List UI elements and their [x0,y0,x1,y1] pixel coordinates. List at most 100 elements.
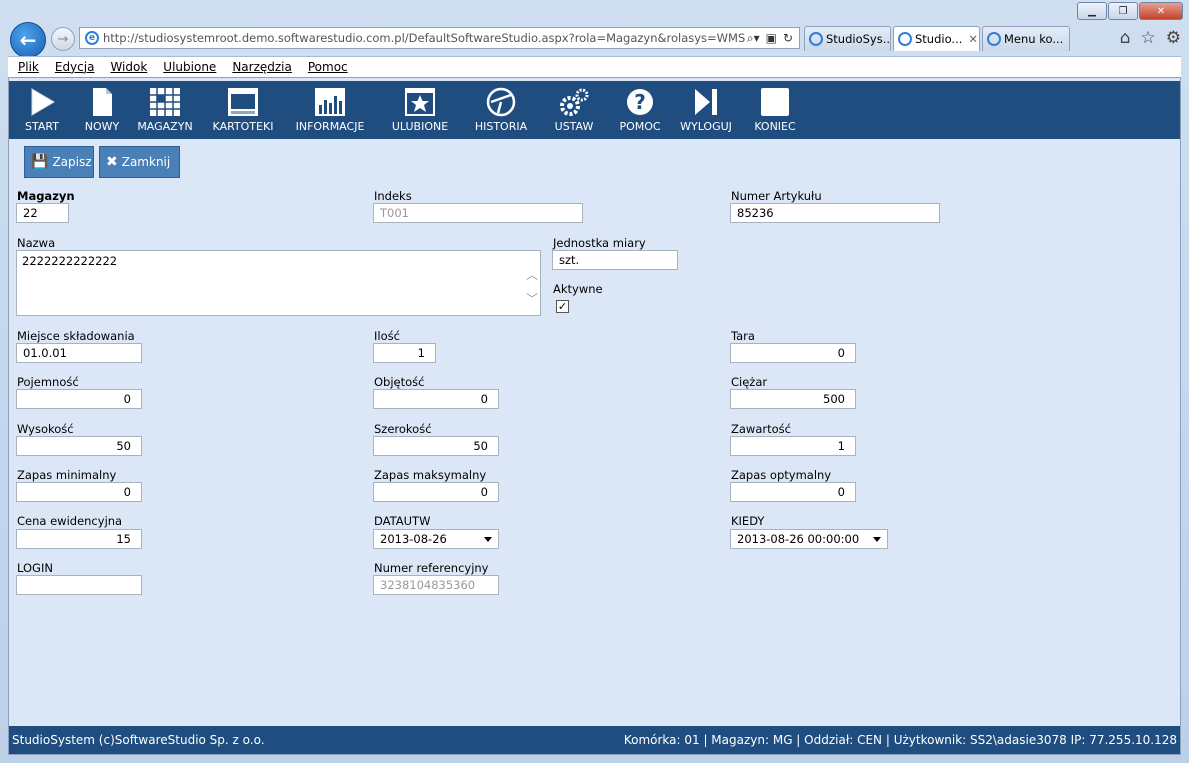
nazwa-label: Nazwa [17,236,56,250]
toolbar-ustaw[interactable]: USTAW [537,81,611,139]
szerokosc-input[interactable]: 50 [373,436,499,456]
tab-studiosys[interactable]: StudioSys... [804,26,891,51]
aktywne-checkbox[interactable]: ✓ [556,300,569,313]
close-button[interactable]: ✖ Zamknij [99,146,180,178]
kiedy-select[interactable]: 2013-08-26 00:00:00 [730,529,888,549]
ilosc-input[interactable]: 1 [373,343,436,363]
numer-ref-input: 3238104835360 [373,575,499,595]
cena-input[interactable]: 15 [16,529,142,549]
star-icon [405,88,435,116]
tab-menu[interactable]: Menu ko... [982,26,1070,51]
indeks-label: Indeks [374,189,412,203]
ie-page-icon: e [85,31,99,45]
status-session-info: Komórka: 01 | Magazyn: MG | Oddział: CEN… [623,733,1177,747]
forward-button[interactable]: → [51,27,75,51]
numer-artykulu-input[interactable]: 85236 [730,203,940,223]
nazwa-textarea[interactable]: 2222222222222 ︿ ﹀ [16,250,541,316]
numer-ref-label: Numer referencyjny [374,561,489,575]
numer-artykulu-label: Numer Artykułu [731,189,822,203]
menu-ulubione[interactable]: Ulubione [163,60,216,74]
toolbar-wyloguj[interactable]: WYLOGUJ [669,81,743,139]
jednostka-input[interactable]: szt. [552,250,678,270]
toolbar-ulubione[interactable]: ULUBIONE [375,81,465,139]
browser-window: ▁ ❐ ✕ ← → e http://studiosystemroot.demo… [0,0,1189,763]
stop-icon [761,88,789,116]
textarea-scroll-arrows[interactable]: ︿ ﹀ [526,263,538,311]
login-label: LOGIN [17,561,53,575]
menu-plik[interactable]: Plik [18,60,39,74]
objetosc-input[interactable]: 0 [373,389,499,409]
ie-tab-icon [809,32,823,46]
back-arrow-icon: ← [19,28,37,52]
back-button[interactable]: ← [10,22,46,58]
toolbar-kartoteki[interactable]: KARTOTEKI [201,81,285,139]
chart-icon [315,88,345,116]
szerokosc-label: Szerokość [374,422,432,436]
datautw-select[interactable]: 2013-08-26 [373,529,499,549]
help-icon: ? [627,89,653,115]
new-document-icon [93,88,112,116]
toolbar-pomoc[interactable]: ? POMOC [611,81,669,139]
window-controls: ▁ ❐ ✕ [1076,2,1183,20]
action-bar: 💾 Zapisz ✖ Zamknij [24,146,180,178]
address-tools: ⌕▾ ▣ ↻ [747,31,799,46]
zapas-max-input[interactable]: 0 [373,482,499,502]
floppy-disk-icon: 💾 [31,154,49,170]
objetosc-label: Objętość [374,375,425,389]
tab-studio-active[interactable]: Studio... ✕ [893,26,980,51]
zapas-max-label: Zapas maksymalny [374,468,487,482]
zawartosc-label: Zawartość [731,422,791,436]
compatibility-icon[interactable]: ▣ [766,31,777,46]
zapas-min-input[interactable]: 0 [16,482,142,502]
search-icon[interactable]: ⌕▾ [747,31,760,46]
ciezar-input[interactable]: 500 [730,389,856,409]
status-bar: StudioSystem (c)SoftwareStudio Sp. z o.o… [9,726,1180,754]
forward-arrow-icon: → [57,31,69,47]
aktywne-label: Aktywne [553,282,603,296]
toolbar-historia[interactable]: HISTORIA [465,81,537,139]
ilosc-label: Ilość [374,329,400,343]
maximize-button[interactable]: ❐ [1108,2,1138,20]
indeks-input: T001 [373,203,583,223]
menu-narzedzia[interactable]: Narzędzia [232,60,292,74]
page-content: START NOWY MAGAZYN KARTOTEKI INFORMACJE … [8,77,1181,755]
app-toolbar: START NOWY MAGAZYN KARTOTEKI INFORMACJE … [9,81,1180,139]
toolbar-koniec[interactable]: KONIEC [743,81,807,139]
login-input[interactable] [16,575,142,595]
menu-widok[interactable]: Widok [110,60,147,74]
zapas-min-label: Zapas minimalny [17,468,117,482]
favorites-star-icon[interactable]: ☆ [1141,28,1156,48]
zapas-opt-input[interactable]: 0 [730,482,856,502]
refresh-icon[interactable]: ↻ [783,31,793,46]
minimize-button[interactable]: ▁ [1077,2,1107,20]
kiedy-label: KIEDY [731,514,765,528]
toolbar-start[interactable]: START [9,81,75,139]
miejsce-input[interactable]: 01.0.01 [16,343,142,363]
toolbar-nowy[interactable]: NOWY [75,81,129,139]
zawartosc-input[interactable]: 1 [730,436,856,456]
toolbar-magazyn[interactable]: MAGAZYN [129,81,201,139]
ie-tab-icon [987,32,1001,46]
cena-label: Cena ewidencyjna [17,514,123,528]
settings-gear-icon[interactable]: ⚙ [1166,28,1181,48]
ie-tab-icon [898,32,912,46]
datautw-label: DATAUTW [374,514,431,528]
save-button[interactable]: 💾 Zapisz [24,146,94,178]
browser-tools: ⌂ ☆ ⚙ [1120,28,1181,48]
toolbar-informacje[interactable]: INFORMACJE [285,81,375,139]
address-bar[interactable]: e http://studiosystemroot.demo.softwares… [79,27,800,49]
close-window-button[interactable]: ✕ [1139,2,1183,20]
history-icon [486,87,516,117]
tara-input[interactable]: 0 [730,343,856,363]
menu-pomoc[interactable]: Pomoc [308,60,348,74]
menu-edycja[interactable]: Edycja [55,60,95,74]
window-icon [228,88,258,116]
pojemnosc-input[interactable]: 0 [16,389,142,409]
pojemnosc-label: Pojemność [17,375,79,389]
address-url[interactable]: http://studiosystemroot.demo.softwarestu… [103,31,747,45]
home-icon[interactable]: ⌂ [1120,28,1131,48]
tab-close-icon[interactable]: ✕ [968,32,978,46]
gears-icon [560,88,589,116]
wysokosc-input[interactable]: 50 [16,436,142,456]
magazyn-input[interactable]: 22 [16,203,69,223]
